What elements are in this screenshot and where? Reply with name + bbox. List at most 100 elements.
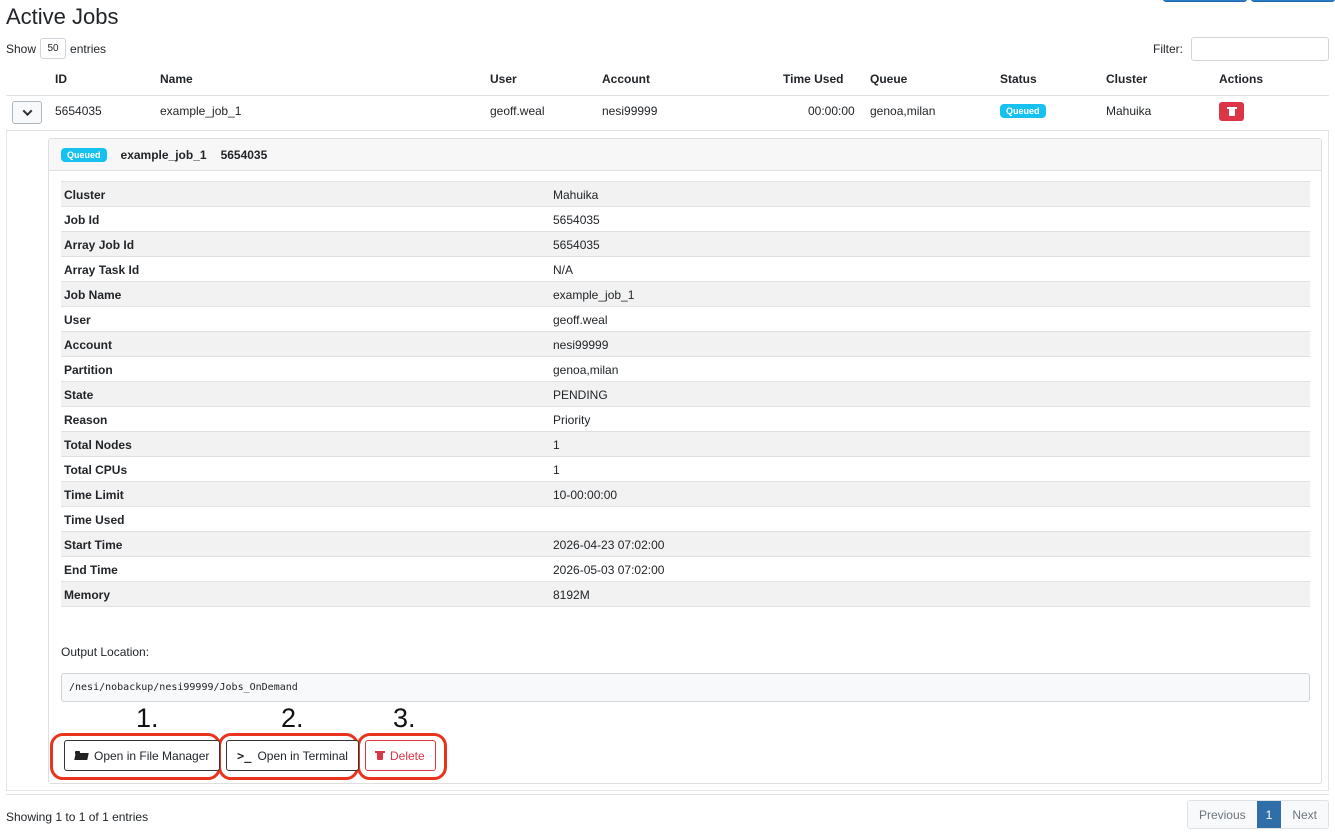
detail-row: Cluster Mahuika (61, 181, 1310, 206)
folder-open-icon (74, 751, 89, 760)
detail-value: PENDING (553, 388, 608, 402)
col-header-queue[interactable]: Queue (870, 72, 907, 86)
detail-value: 5654035 (553, 238, 600, 252)
cell-queue: genoa,milan (870, 104, 936, 118)
annotation-number-2: 2. (281, 703, 304, 733)
filter-label: Filter: (1153, 42, 1183, 56)
detail-row: Memory 8192M (61, 581, 1310, 606)
col-header-name[interactable]: Name (160, 72, 193, 86)
detail-value: 2026-05-03 07:02:00 (553, 563, 665, 577)
col-header-actions: Actions (1219, 72, 1264, 86)
cell-time-used: 00:00:00 (808, 104, 855, 118)
page-title: Active Jobs (6, 4, 119, 29)
detail-row: Reason Priority (61, 406, 1310, 431)
job-detail-header: Queued example_job_1 5654035 (49, 139, 1321, 171)
detail-key: Array Job Id (64, 238, 135, 252)
output-location-field[interactable]: /nesi/nobackup/nesi99999/Jobs_OnDemand (61, 673, 1310, 702)
detail-row: End Time 2026-05-03 07:02:00 (61, 556, 1310, 581)
col-header-time-used[interactable]: Time Used (783, 72, 843, 86)
detail-row: State PENDING (61, 381, 1310, 406)
pagination-next[interactable]: Next (1281, 801, 1328, 828)
output-location-label: Output Location: (61, 645, 150, 659)
expand-row-button[interactable] (12, 101, 42, 124)
detail-value: 5654035 (553, 213, 600, 227)
delete-button[interactable]: Delete (365, 740, 436, 771)
open-in-file-manager-label: Open in File Manager (94, 748, 210, 763)
detail-value: 10-00:00:00 (553, 488, 618, 502)
detail-row: Start Time 2026-04-23 07:02:00 (61, 531, 1310, 556)
cell-id: 5654035 (55, 104, 102, 118)
delete-job-button[interactable] (1219, 102, 1244, 121)
top-action-button-1[interactable] (1163, 0, 1247, 2)
col-header-cluster[interactable]: Cluster (1106, 72, 1147, 86)
entries-label: entries (70, 41, 107, 56)
detail-row: Time Limit 10-00:00:00 (61, 481, 1310, 506)
cell-cluster: Mahuika (1106, 104, 1152, 118)
detail-key: Account (64, 338, 112, 352)
detail-row: Array Task Id N/A (61, 256, 1310, 281)
detail-value: Priority (553, 413, 591, 427)
detail-key: Cluster (64, 188, 106, 202)
open-in-terminal-label: Open in Terminal (257, 748, 348, 763)
status-badge: Queued (1000, 104, 1046, 118)
chevron-down-icon (22, 106, 32, 117)
delete-label: Delete (390, 748, 425, 763)
detail-key: Job Name (64, 288, 122, 302)
job-detail-table: Cluster Mahuika Job Id 5654035 Array Job I… (61, 181, 1310, 607)
detail-value: 8192M (553, 588, 590, 602)
detail-key: Time Limit (64, 488, 124, 502)
pagination-previous[interactable]: Previous (1187, 801, 1257, 828)
detail-value: Mahuika (553, 188, 599, 202)
detail-job-name: example_job_1 (120, 147, 207, 162)
pagination: Previous 1 Next (1186, 800, 1329, 829)
detail-key: End Time (64, 563, 118, 577)
filter-control: Filter: (1153, 37, 1329, 61)
detail-key: Total Nodes (64, 438, 132, 452)
detail-status-badge: Queued (61, 147, 107, 162)
detail-row: Job Name example_job_1 (61, 281, 1310, 306)
header-divider (6, 95, 1329, 96)
length-control: Show 50 entries (6, 38, 106, 59)
col-header-id[interactable]: ID (55, 72, 67, 86)
col-header-user[interactable]: User (490, 72, 517, 86)
detail-row: Partition genoa,milan (61, 356, 1310, 381)
detail-row: Time Used (61, 506, 1310, 531)
detail-row: Total Nodes 1 (61, 431, 1310, 456)
detail-key: State (64, 388, 94, 402)
open-in-terminal-button[interactable]: >_ Open in Terminal (226, 740, 359, 771)
annotation-number-3: 3. (393, 703, 416, 733)
cell-account: nesi99999 (602, 104, 658, 118)
detail-key: Array Task Id (64, 263, 140, 277)
detail-value: N/A (553, 263, 574, 277)
detail-job-id: 5654035 (220, 147, 268, 162)
detail-key: Reason (64, 413, 108, 427)
terminal-icon: >_ (237, 748, 252, 763)
detail-key: Memory (64, 588, 111, 602)
detail-key: Job Id (64, 213, 100, 227)
detail-row: Total CPUs 1 (61, 456, 1310, 481)
filter-input[interactable] (1191, 37, 1329, 61)
detail-value: 1 (553, 438, 560, 452)
pagination-page-1[interactable]: 1 (1256, 801, 1282, 828)
table-info: Showing 1 to 1 of 1 entries (6, 810, 149, 824)
top-action-button-2[interactable] (1251, 0, 1335, 2)
detail-table-bottom (61, 606, 1310, 607)
col-header-status[interactable]: Status (1000, 72, 1037, 86)
detail-row: Job Id 5654035 (61, 206, 1310, 231)
col-header-account[interactable]: Account (602, 72, 650, 86)
cell-user: geoff.weal (490, 104, 545, 118)
entries-select[interactable]: 50 (40, 38, 67, 59)
detail-value: geoff.weal (553, 313, 608, 327)
open-in-file-manager-button[interactable]: Open in File Manager (64, 740, 221, 771)
detail-value: 1 (553, 463, 560, 477)
footer-divider (6, 794, 1329, 795)
detail-value: nesi99999 (553, 338, 609, 352)
trash-icon (1226, 107, 1237, 116)
detail-row: Array Job Id 5654035 (61, 231, 1310, 256)
trash-icon (375, 751, 385, 760)
show-label: Show (6, 41, 37, 56)
detail-key: Start Time (64, 538, 123, 552)
detail-value: genoa,milan (553, 363, 619, 377)
detail-row: Account nesi99999 (61, 331, 1310, 356)
detail-key: Total CPUs (64, 463, 128, 477)
